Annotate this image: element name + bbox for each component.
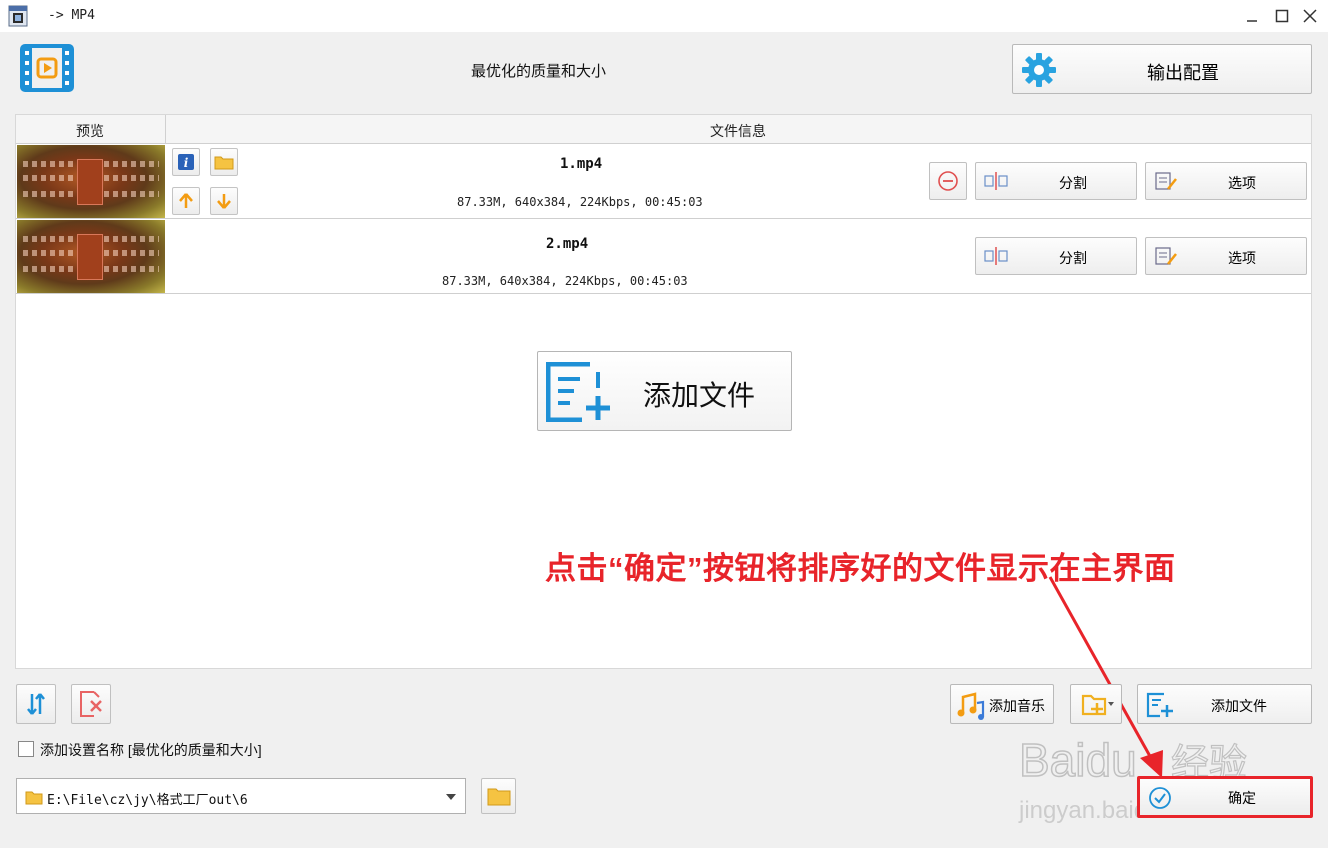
add-file-button[interactable]: 添加文件 <box>1137 684 1312 724</box>
table-header: 预览 文件信息 <box>16 115 1311 144</box>
remove-icon <box>938 171 958 191</box>
video-thumbnail <box>17 145 165 218</box>
add-file-label: 添加文件 <box>1211 698 1267 714</box>
output-config-label: 输出配置 <box>1147 63 1219 83</box>
column-header-file-info: 文件信息 <box>710 123 766 139</box>
sort-icon <box>27 693 45 715</box>
add-folder-button[interactable] <box>1070 684 1122 724</box>
add-file-icon <box>546 362 610 422</box>
output-path-dropdown[interactable]: E:\File\cz\jy\格式工厂out\6 <box>16 778 466 814</box>
folder-icon <box>487 788 510 806</box>
svg-text:i: i <box>184 156 189 170</box>
check-circle-icon <box>1149 787 1171 809</box>
add-folder-icon <box>1081 694 1114 716</box>
video-thumbnail <box>17 220 165 293</box>
remove-file-button[interactable] <box>929 162 967 200</box>
split-label: 分割 <box>1059 250 1087 266</box>
close-icon[interactable] <box>1298 4 1322 28</box>
info-icon: i <box>178 154 194 170</box>
confirm-button[interactable]: 确定 <box>1137 777 1311 817</box>
file-info: 87.33M, 640x384, 224Kbps, 00:45:03 <box>442 274 688 288</box>
video-format-logo-icon <box>20 44 74 92</box>
add-file-big-label: 添加文件 <box>643 380 756 411</box>
title-bar: -> MP4 <box>0 0 1328 32</box>
options-label: 选项 <box>1228 175 1256 191</box>
music-note-icon <box>957 692 985 720</box>
delete-file-icon <box>80 691 102 717</box>
preset-title: 最优化的质量和大小 <box>471 63 607 80</box>
minimize-icon[interactable] <box>1240 4 1264 28</box>
add-file-icon <box>1146 692 1173 718</box>
browse-folder-button[interactable] <box>481 778 516 814</box>
move-down-button[interactable] <box>210 187 238 215</box>
split-label: 分割 <box>1059 175 1087 191</box>
clear-list-button[interactable] <box>71 684 111 724</box>
add-file-big-button[interactable]: 添加文件 <box>537 351 792 431</box>
options-icon <box>1155 172 1177 190</box>
info-button[interactable]: i <box>172 148 200 176</box>
file-name: 1.mp4 <box>560 156 603 172</box>
options-icon <box>1155 247 1177 265</box>
column-divider <box>165 115 166 144</box>
add-setting-name-checkbox[interactable] <box>18 741 34 757</box>
table-row[interactable]: i 1.mp4 87.33M, 640x384, 224Kbps, 00:45:… <box>16 144 1311 219</box>
confirm-label: 确定 <box>1228 790 1256 806</box>
split-button[interactable]: 分割 <box>975 237 1137 275</box>
add-setting-name-label: 添加设置名称 [最优化的质量和大小] <box>40 742 262 758</box>
app-icon <box>8 5 28 27</box>
window-title: -> MP4 <box>48 8 95 23</box>
add-music-button[interactable]: 添加音乐 <box>950 684 1054 724</box>
options-button[interactable]: 选项 <box>1145 237 1307 275</box>
svg-text:Baidu: Baidu <box>1019 734 1137 786</box>
open-folder-button[interactable] <box>210 148 238 176</box>
split-icon <box>984 247 1008 265</box>
sort-button[interactable] <box>16 684 56 724</box>
arrow-down-icon <box>217 194 231 209</box>
options-label: 选项 <box>1228 250 1256 266</box>
chevron-down-icon <box>446 794 456 800</box>
file-info: 87.33M, 640x384, 224Kbps, 00:45:03 <box>457 195 703 209</box>
add-music-label: 添加音乐 <box>989 698 1045 714</box>
gear-icon <box>1022 53 1056 87</box>
move-up-button[interactable] <box>172 187 200 215</box>
folder-icon <box>214 156 234 170</box>
arrow-up-icon <box>179 193 193 208</box>
folder-icon <box>25 791 43 805</box>
file-name: 2.mp4 <box>546 236 589 252</box>
column-header-preview: 预览 <box>76 123 104 139</box>
options-button[interactable]: 选项 <box>1145 162 1307 200</box>
output-config-button[interactable]: 输出配置 <box>1012 44 1312 94</box>
output-path-text: E:\File\cz\jy\格式工厂out\6 <box>47 793 248 808</box>
split-icon <box>984 172 1008 190</box>
split-button[interactable]: 分割 <box>975 162 1137 200</box>
table-row[interactable]: 2.mp4 87.33M, 640x384, 224Kbps, 00:45:03… <box>16 219 1311 294</box>
maximize-icon[interactable] <box>1270 4 1294 28</box>
